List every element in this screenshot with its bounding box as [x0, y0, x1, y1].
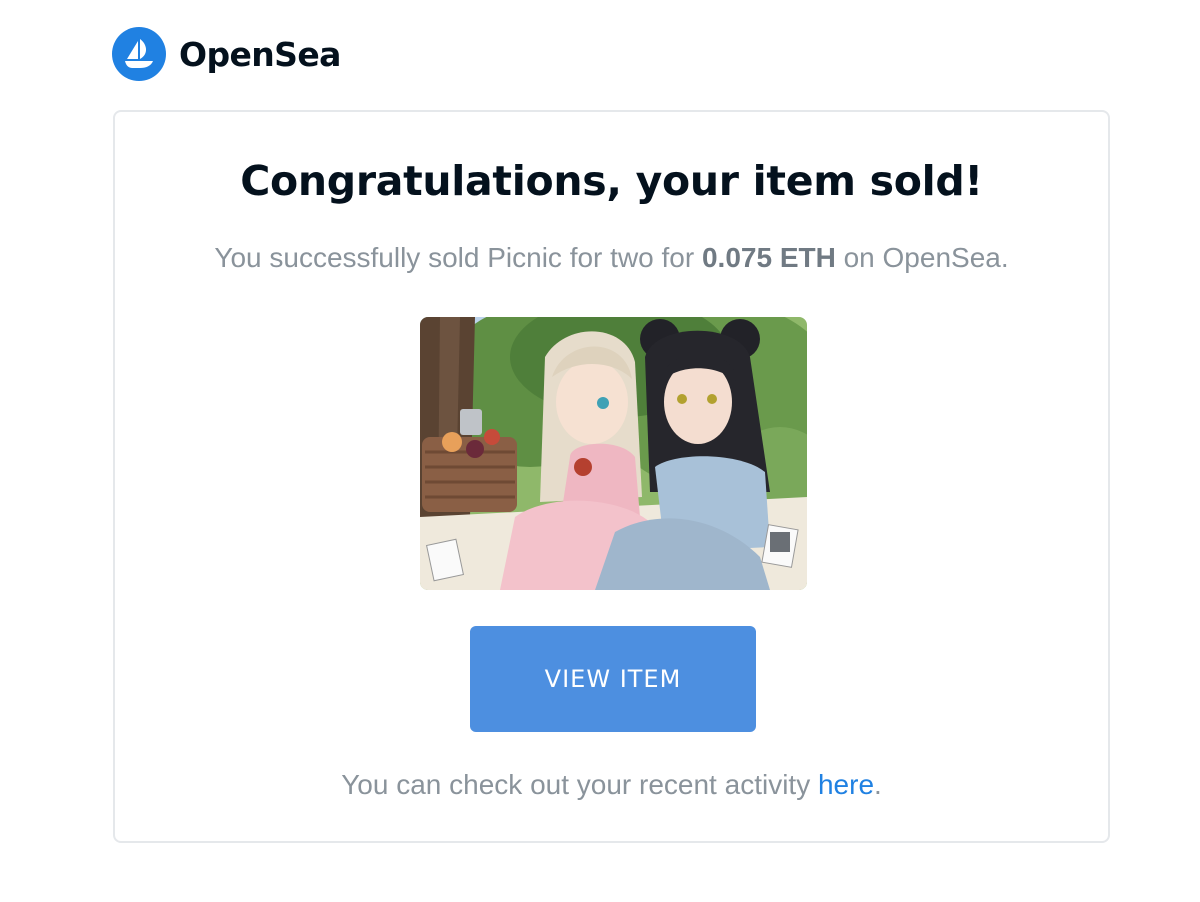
view-item-button[interactable]: VIEW ITEM — [470, 626, 756, 732]
activity-message: You can check out your recent activity h… — [115, 769, 1108, 801]
sale-message: You successfully sold Picnic for two for… — [115, 242, 1108, 274]
sale-suffix: on OpenSea. — [835, 242, 1009, 273]
activity-suffix: . — [874, 769, 882, 800]
item-name: Picnic for two — [487, 242, 654, 273]
notification-card: Congratulations, your item sold! You suc… — [113, 110, 1110, 843]
page-title: Congratulations, your item sold! — [240, 157, 983, 205]
brand-name: OpenSea — [179, 34, 341, 74]
item-artwork[interactable] — [420, 317, 807, 590]
opensea-ship-icon — [112, 27, 166, 81]
sale-middle: for — [653, 242, 702, 273]
activity-link[interactable]: here — [818, 769, 874, 800]
sale-price: 0.075 ETH — [701, 242, 836, 273]
email-page: OpenSea Congratulations, your item sold!… — [0, 0, 1200, 902]
brand-header: OpenSea — [112, 27, 341, 81]
sale-prefix: You successfully sold — [214, 242, 488, 273]
activity-prefix: You can check out your recent activity — [341, 769, 818, 800]
